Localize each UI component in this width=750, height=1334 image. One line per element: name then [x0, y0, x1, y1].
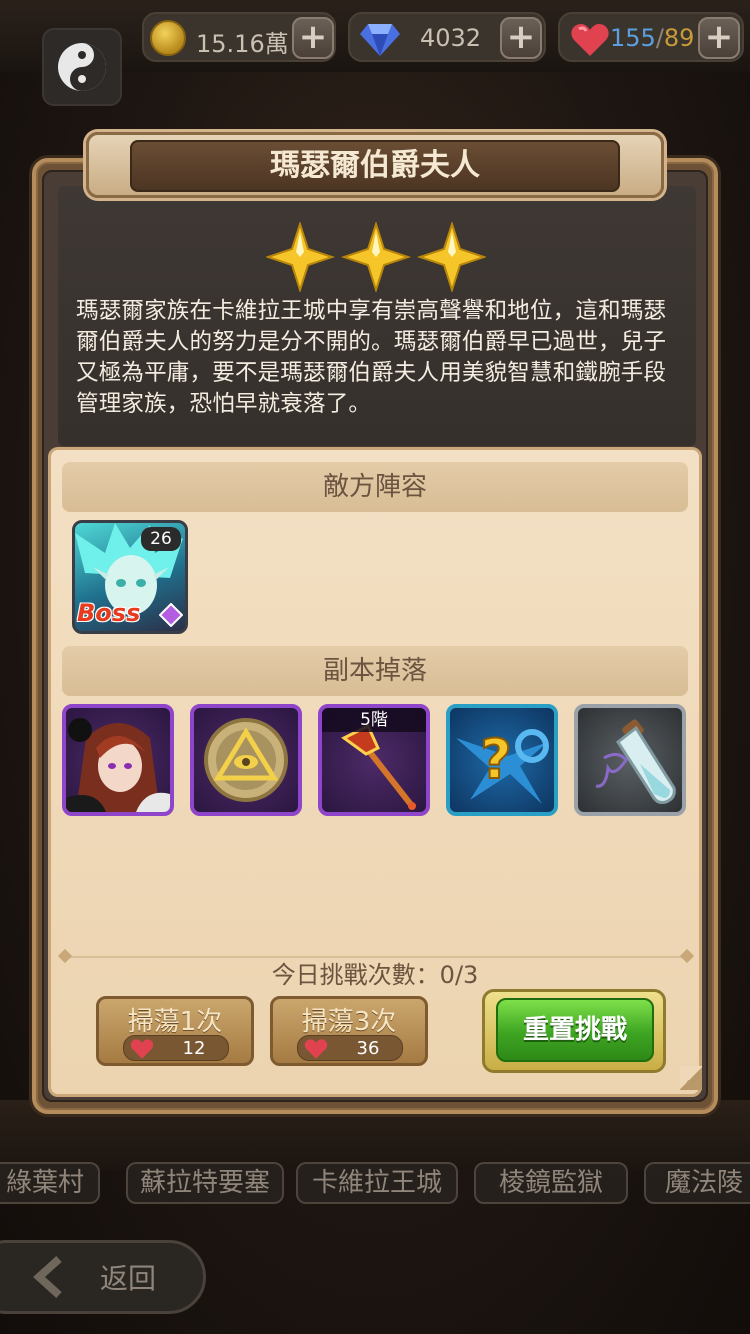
- page-curl-corner: [680, 1066, 702, 1090]
- heart-cost-icon: [304, 1039, 328, 1059]
- gem-value: 4032: [420, 24, 482, 52]
- item-tier-badge: 5階: [322, 708, 426, 732]
- star-icon-1: [266, 222, 336, 292]
- sweep-once-label: 掃蕩1次: [127, 1007, 223, 1037]
- reset-challenge-button[interactable]: 重置挑戰: [496, 998, 654, 1062]
- sweep-thrice-cost: 36: [297, 1035, 403, 1061]
- nav-item-stage-4[interactable]: 棱鏡監獄: [474, 1162, 628, 1204]
- add-gold-button[interactable]: +: [292, 17, 334, 59]
- stage-description: 瑪瑟爾家族在卡維拉王城中享有崇高聲譽和地位，這和瑪瑟爾伯爵夫人的努力是分不開的。…: [76, 298, 667, 417]
- nav-item-stage-5[interactable]: 魔法陵: [644, 1162, 750, 1204]
- sweep-once-cost: 12: [123, 1035, 229, 1061]
- mystery-weapon-icon: ?: [456, 727, 549, 804]
- drop-item-mystery-weapon[interactable]: ?: [446, 704, 558, 816]
- yin-yang-icon: [58, 43, 106, 91]
- player-avatar-button[interactable]: [42, 28, 122, 106]
- gold-counter: 15.16萬 +: [142, 12, 336, 62]
- sweep-once-button[interactable]: 掃蕩1次 12: [96, 996, 254, 1066]
- eye-emblem-icon: [204, 718, 288, 802]
- potion-vial-icon: [595, 719, 676, 804]
- drops-section-header: 副本掉落: [62, 646, 688, 696]
- sweep-thrice-button[interactable]: 掃蕩3次 36: [270, 996, 428, 1066]
- heart-cost-icon: [130, 1039, 154, 1059]
- enemy-section-header: 敵方陣容: [62, 462, 688, 512]
- hero-portrait-icon: [66, 718, 170, 812]
- drop-item-hero-portrait[interactable]: [62, 704, 174, 816]
- star-icon-2: [340, 222, 412, 292]
- stamina-counter: 155/89 +: [558, 12, 744, 62]
- boss-tag: Boss: [77, 599, 141, 627]
- enemy-boss-card[interactable]: 26 Boss: [72, 520, 188, 634]
- back-label: 返回: [100, 1262, 157, 1295]
- drop-item-potion-vial[interactable]: [574, 704, 686, 816]
- nav-item-stage-2[interactable]: 蘇拉特要塞: [126, 1162, 284, 1204]
- purple-rank-gem-icon: [159, 603, 183, 627]
- gold-coin-icon: [150, 20, 186, 56]
- star-rating: [266, 222, 486, 292]
- gold-value: 15.16萬: [196, 30, 289, 58]
- game-screen: { "resources": { "gold": "15.16萬", "gems…: [0, 0, 750, 1334]
- drop-item-eye-emblem[interactable]: [190, 704, 302, 816]
- drop-item-staff[interactable]: 5階: [318, 704, 430, 816]
- add-gems-button[interactable]: +: [500, 17, 542, 59]
- daily-challenge-count: 今日挑戰次數：0/3: [271, 961, 479, 989]
- sweep-once-cost-value: 12: [182, 1038, 206, 1059]
- add-stamina-button[interactable]: +: [698, 17, 740, 59]
- enemy-level-badge: 26: [141, 527, 181, 551]
- gem-counter: 4032 +: [348, 12, 546, 62]
- nav-item-stage-1[interactable]: 綠葉村: [0, 1162, 100, 1204]
- nav-item-stage-3[interactable]: 卡維拉王城: [296, 1162, 458, 1204]
- stamina-value: 155/89: [610, 24, 695, 52]
- back-arrow-icon: [33, 1256, 62, 1298]
- star-icon-3: [416, 222, 486, 292]
- stage-title: 瑪瑟爾伯爵夫人: [270, 148, 480, 183]
- sweep-thrice-label: 掃蕩3次: [301, 1007, 397, 1037]
- stage-nav: 綠葉村 蘇拉特要塞 卡維拉王城 棱鏡監獄 魔法陵: [0, 1162, 750, 1206]
- sweep-thrice-cost-value: 36: [356, 1038, 380, 1059]
- diamond-icon: [360, 24, 400, 56]
- heart-icon: [571, 24, 609, 56]
- svg-text:?: ?: [480, 728, 511, 791]
- section-divider: [64, 956, 688, 958]
